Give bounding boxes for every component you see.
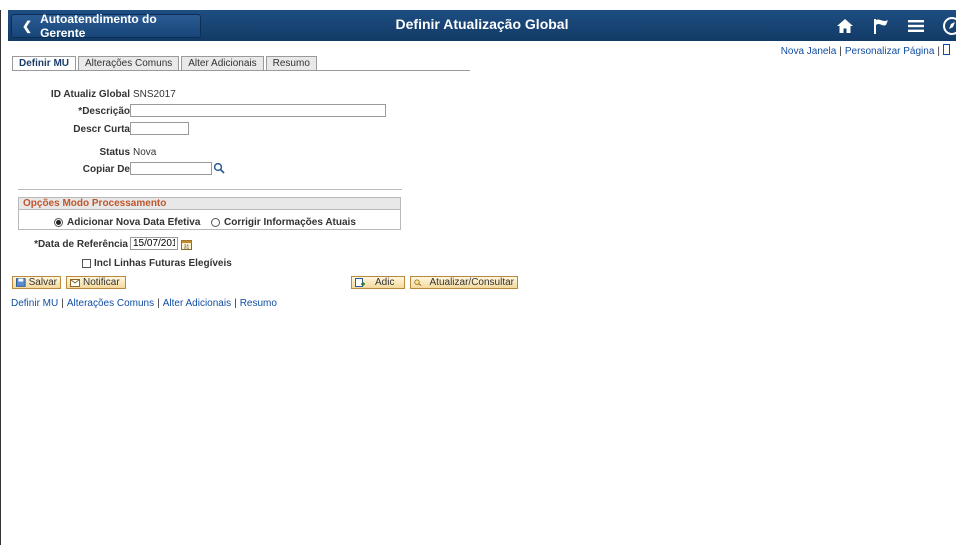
- reference-date-label: *Data de Referência: [34, 239, 128, 250]
- personalize-page-link[interactable]: Personalizar Página: [845, 46, 935, 57]
- link-alter-adicionais[interactable]: Alter Adicionais: [163, 298, 231, 309]
- add-button-label: Adic: [375, 277, 395, 288]
- svg-text:31: 31: [184, 244, 190, 250]
- id-value: SNS2017: [133, 89, 176, 100]
- link-resumo[interactable]: Resumo: [240, 298, 277, 309]
- reference-date-input[interactable]: [130, 237, 178, 250]
- add-icon: [355, 278, 365, 287]
- link-definir-mu[interactable]: Definir MU: [11, 298, 58, 309]
- save-button[interactable]: Salvar: [12, 276, 61, 289]
- search-icon[interactable]: [213, 162, 225, 174]
- top-links: Nova Janela | Personalizar Página |: [781, 44, 950, 57]
- notify-button-label: Notificar: [83, 277, 120, 288]
- notify-icon: [70, 279, 80, 287]
- chevron-left-icon: ❮: [22, 19, 33, 33]
- link-separator: |: [839, 46, 842, 57]
- status-label: Status: [99, 147, 130, 158]
- tab-alteracoes-comuns[interactable]: Alterações Comuns: [78, 56, 180, 70]
- description-label: *Descrição: [78, 106, 130, 117]
- radio-add-new-effective-date[interactable]: Adicionar Nova Data Efetiva: [54, 217, 200, 228]
- back-button[interactable]: ❮ Autoatendimento do Gerente: [11, 12, 201, 40]
- radio-selected-icon: [54, 218, 63, 227]
- copy-from-label: Copiar De: [82, 164, 130, 175]
- link-separator: |: [157, 298, 160, 309]
- description-input[interactable]: [130, 104, 386, 117]
- update-display-button[interactable]: Atualizar/Consultar: [410, 276, 518, 289]
- checkbox-label: Incl Linhas Futuras Elegíveis: [94, 258, 232, 269]
- short-description-label: Descr Curta: [73, 124, 130, 135]
- new-window-link[interactable]: Nova Janela: [781, 46, 837, 57]
- radio-correct-current-info[interactable]: Corrigir Informações Atuais: [211, 217, 356, 228]
- copy-from-input[interactable]: [130, 162, 212, 175]
- save-button-label: Salvar: [28, 277, 57, 288]
- header-icons: [818, 14, 956, 38]
- radio-label: Adicionar Nova Data Efetiva: [67, 217, 201, 228]
- radio-unselected-icon: [211, 218, 220, 227]
- bottom-page-links: Definir MU | Alterações Comuns | Alter Adici…: [11, 298, 277, 309]
- update-icon: [414, 279, 422, 286]
- status-value: Nova: [133, 147, 157, 158]
- tab-alter-adicionais[interactable]: Alter Adicionais: [181, 56, 264, 70]
- tab-divider: [12, 70, 470, 71]
- section-divider: [18, 189, 402, 190]
- notify-button[interactable]: Notificar: [66, 276, 126, 289]
- back-button-label: Autoatendimento do Gerente: [40, 12, 157, 40]
- processing-options-header: Opções Modo Processamento: [18, 197, 401, 210]
- checkbox-icon: [82, 259, 91, 268]
- flag-icon[interactable]: [872, 17, 890, 35]
- save-icon: [16, 278, 26, 287]
- short-description-input[interactable]: [130, 122, 189, 135]
- compass-icon[interactable]: [942, 17, 956, 35]
- calendar-icon[interactable]: 31: [181, 239, 192, 250]
- add-button[interactable]: Adic: [351, 276, 405, 289]
- id-label: ID Atualiz Global: [50, 89, 130, 100]
- link-separator: |: [937, 46, 940, 57]
- radio-label: Corrigir Informações Atuais: [224, 217, 356, 228]
- tab-definir-mu[interactable]: Definir MU: [12, 56, 76, 70]
- home-icon[interactable]: [836, 18, 854, 34]
- menu-icon[interactable]: [908, 19, 924, 33]
- link-separator: |: [234, 298, 237, 309]
- header-banner: ❮ Autoatendimento do Gerente Definir Atu…: [8, 10, 956, 41]
- page-icon[interactable]: [943, 44, 950, 55]
- update-display-button-label: Atualizar/Consultar: [429, 277, 514, 288]
- include-future-rows-checkbox[interactable]: Incl Linhas Futuras Elegíveis: [82, 258, 232, 269]
- tab-bar: Definir MU Alterações Comuns Alter Adici…: [12, 56, 319, 70]
- link-alteracoes-comuns[interactable]: Alterações Comuns: [67, 298, 154, 309]
- tab-resumo[interactable]: Resumo: [265, 56, 317, 70]
- link-separator: |: [61, 298, 64, 309]
